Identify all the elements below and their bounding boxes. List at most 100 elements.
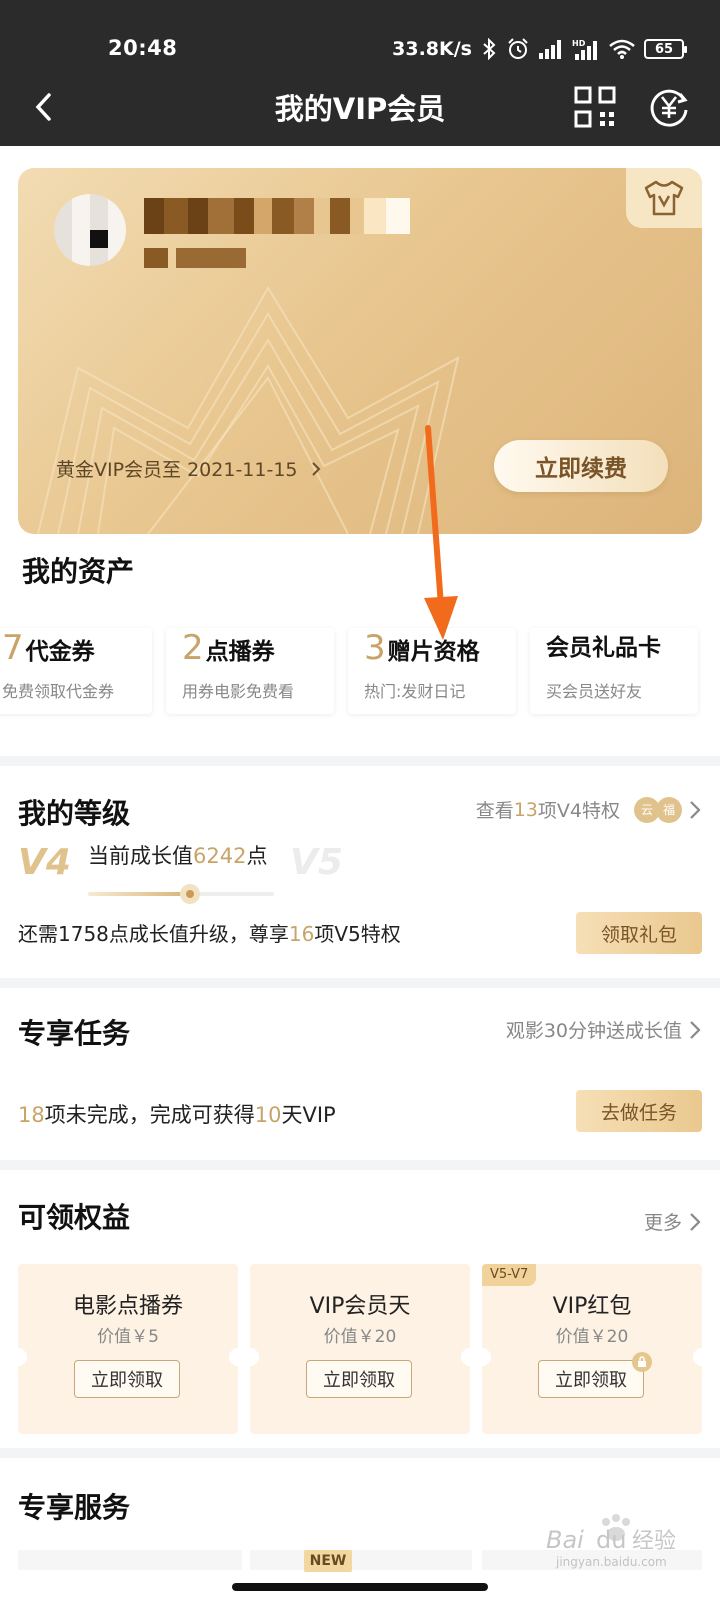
asset-count: 3 — [364, 628, 386, 668]
lock-icon — [632, 1352, 652, 1372]
next-level: V5 — [290, 842, 343, 883]
asset-count: 7 — [2, 628, 24, 668]
asset-label: 会员礼品卡 — [546, 635, 661, 661]
vip-card: 黄金VIP会员至 2021-11-15 立即续费 — [18, 168, 702, 534]
new-badge: NEW — [304, 1550, 352, 1572]
claim-benefit-button[interactable]: 立即领取 — [74, 1360, 180, 1398]
upgrade-prefix: 还需1758点成长值升级，尊享 — [18, 922, 289, 946]
upgrade-hint: 还需1758点成长值升级，尊享16项V5特权 — [18, 918, 401, 947]
tasks-title: 专享任务 — [18, 1017, 131, 1050]
signal-icon — [539, 40, 561, 59]
tasks-link[interactable]: 观影30分钟送成长值 — [506, 1016, 702, 1043]
asset-count: 2 — [182, 628, 204, 668]
svg-text:du: du — [596, 1526, 626, 1554]
coin-exchange-button[interactable] — [646, 84, 692, 130]
asset-card-gift-film[interactable]: 3赠片资格 热门:发财日记 — [348, 628, 516, 714]
top-bar: 20:48 33.8K/s HD 65 我的VIP会员 — [0, 0, 720, 146]
upgrade-suffix: 项V5特权 — [314, 922, 401, 946]
asset-title: 3赠片资格 — [364, 628, 480, 668]
svg-text:Bai: Bai — [546, 1526, 584, 1554]
user-name-pixelated — [144, 198, 432, 234]
link-suffix: 项V4特权 — [537, 800, 620, 822]
tasks-suffix: 天VIP — [281, 1103, 336, 1127]
benefit-ticket: V5-V7 VIP红包 价值￥20 立即领取 — [482, 1264, 702, 1434]
growth-prefix: 当前成长值 — [88, 844, 193, 868]
growth-progress-knob — [180, 884, 201, 904]
status-time: 20:48 — [108, 36, 178, 60]
chevron-right-icon — [690, 800, 701, 819]
level-privileges-link[interactable]: 查看 13 项V4特权 云 福 — [476, 796, 702, 823]
chevron-right-icon — [690, 1212, 701, 1231]
svg-text:jingyan.baidu.com: jingyan.baidu.com — [555, 1555, 667, 1569]
claim-gift-button[interactable]: 领取礼包 — [576, 912, 702, 954]
bluetooth-icon — [483, 38, 496, 60]
signal-hd-icon: HD — [572, 39, 597, 60]
vip-expire-text: 黄金VIP会员至 2021-11-15 — [56, 459, 298, 481]
svg-text:经验: 经验 — [632, 1529, 676, 1554]
assets-row: 7代金券 免费领取代金券 2点播券 用券电影免费看 3赠片资格 热门:发财日记 … — [0, 628, 720, 714]
wifi-icon — [609, 39, 635, 59]
asset-card-gift-card[interactable]: 会员礼品卡 买会员送好友 — [530, 628, 698, 714]
growth-progress-fill — [88, 892, 191, 896]
avatar[interactable] — [54, 194, 126, 266]
benefit-price: 价值￥20 — [323, 1327, 397, 1347]
status-icons: 33.8K/s HD 65 — [392, 36, 687, 62]
tasks-summary: 18项未完成，完成可获得10天VIP — [18, 1099, 336, 1129]
tshirt-v-icon — [644, 180, 684, 216]
growth-suffix: 点 — [246, 844, 268, 868]
tasks-link-label: 观影30分钟送成长值 — [505, 1020, 682, 1042]
benefit-price: 价值￥20 — [555, 1327, 629, 1347]
link-prefix: 查看 — [475, 800, 514, 822]
benefit-title: VIP会员天 — [309, 1294, 411, 1319]
level-title: 我的等级 — [18, 797, 131, 830]
user-id-pixelated — [144, 248, 284, 268]
asset-card-vouchers[interactable]: 7代金券 免费领取代金券 — [0, 628, 152, 714]
benefit-title: 电影点播券 — [72, 1294, 183, 1319]
claim-benefit-button[interactable]: 立即领取 — [306, 1360, 412, 1398]
chevron-right-icon — [311, 461, 320, 476]
benefit-price: 价值￥5 — [97, 1327, 159, 1347]
renew-button[interactable]: 立即续费 — [494, 440, 668, 492]
more-label: 更多 — [643, 1212, 682, 1234]
asset-title: 2点播券 — [182, 628, 275, 668]
benefit-ticket: VIP会员天 价值￥20 立即领取 — [250, 1264, 470, 1434]
home-indicator[interactable] — [232, 1583, 488, 1591]
section-divider — [0, 978, 720, 988]
battery-level: 65 — [654, 41, 674, 57]
asset-label: 赠片资格 — [387, 639, 480, 665]
upgrade-count: 16 — [288, 922, 315, 946]
benefits-title: 可领权益 — [18, 1201, 131, 1234]
asset-card-ondemand[interactable]: 2点播券 用券电影免费看 — [166, 628, 334, 714]
vip-expire-link[interactable]: 黄金VIP会员至 2021-11-15 — [56, 455, 322, 482]
link-count: 13 — [513, 798, 538, 821]
asset-title: 7代金券 — [2, 628, 95, 668]
assets-title: 我的资产 — [22, 555, 135, 588]
current-level: V4 — [18, 842, 71, 883]
asset-label: 点播券 — [205, 639, 275, 665]
member-badge[interactable] — [626, 168, 702, 228]
section-divider — [0, 1160, 720, 1170]
benefits-more-link[interactable]: 更多 — [644, 1208, 702, 1235]
tasks-count: 18 — [18, 1103, 45, 1127]
do-tasks-button[interactable]: 去做任务 — [576, 1090, 702, 1132]
level-range-badge: V5-V7 — [482, 1264, 537, 1286]
section-divider — [0, 1448, 720, 1458]
qr-code-button[interactable] — [572, 84, 618, 130]
asset-subtitle: 热门:发财日记 — [364, 682, 466, 701]
asset-label: 代金券 — [25, 639, 95, 665]
asset-subtitle: 免费领取代金券 — [2, 682, 115, 701]
asset-title: 会员礼品卡 — [546, 628, 661, 662]
battery-icon: 65 — [644, 39, 687, 59]
service-card[interactable] — [250, 1550, 472, 1570]
svg-text:HD: HD — [572, 39, 586, 48]
net-speed: 33.8K/s — [392, 38, 472, 60]
alarm-icon — [508, 38, 528, 59]
service-card[interactable] — [18, 1550, 242, 1570]
yuan-refresh-icon — [650, 89, 688, 127]
growth-value: 6242 — [193, 844, 247, 868]
tasks-mid-text: 项未完成，完成可获得 — [44, 1103, 255, 1127]
claim-benefit-button[interactable]: 立即领取 — [538, 1360, 644, 1398]
section-divider — [0, 756, 720, 766]
qr-code-icon — [574, 86, 616, 128]
benefit-title: VIP红包 — [552, 1294, 632, 1319]
